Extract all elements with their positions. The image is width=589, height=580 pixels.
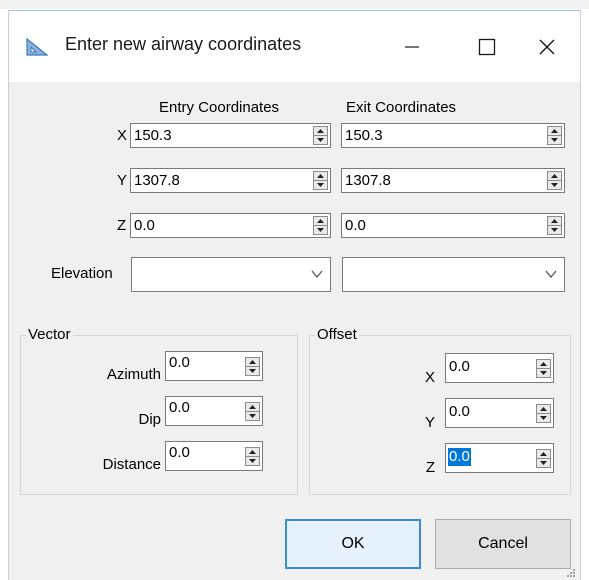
entry-y-value: 1307.8 (134, 172, 180, 189)
offset-z-value: 0.0 (448, 448, 471, 466)
x-label: X (117, 127, 128, 144)
z-label: Z (117, 217, 127, 234)
spin-up-icon[interactable] (314, 172, 327, 181)
spin-up-icon[interactable] (314, 217, 327, 226)
spin-up-icon[interactable] (548, 127, 561, 136)
window-title: Enter new airway coordinates (65, 34, 302, 54)
vector-legend: Vector (26, 326, 73, 344)
azimuth-label: Azimuth (106, 366, 161, 383)
entry-z-value: 0.0 (134, 217, 155, 234)
entry-y-stepper[interactable]: 1307.8 (130, 168, 331, 193)
exit-z-spinner[interactable] (547, 216, 562, 235)
spin-up-icon[interactable] (246, 403, 259, 412)
dip-spinner[interactable] (245, 402, 260, 421)
offset-x-value: 0.0 (449, 358, 470, 375)
spin-down-icon[interactable] (537, 414, 550, 422)
entry-x-value: 150.3 (134, 127, 172, 144)
entry-z-stepper[interactable]: 0.0 (130, 213, 331, 238)
spin-down-icon[interactable] (548, 136, 561, 144)
spin-down-icon[interactable] (246, 457, 259, 465)
elevation-label: Elevation (51, 265, 113, 282)
minimize-button[interactable] (382, 21, 442, 73)
spin-down-icon[interactable] (246, 412, 259, 420)
offset-y-label: Y (424, 414, 435, 431)
spin-down-icon[interactable] (548, 226, 561, 234)
exit-x-stepper[interactable]: 150.3 (341, 123, 565, 148)
close-icon (539, 39, 555, 55)
spin-up-icon[interactable] (246, 448, 259, 457)
dip-value: 0.0 (169, 399, 190, 416)
entry-coordinates-header: Entry Coordinates (159, 99, 280, 116)
ok-button[interactable]: OK (285, 519, 421, 569)
distance-label: Distance (102, 456, 161, 473)
chevron-down-icon (311, 270, 323, 279)
exit-elevation-dropdown[interactable] (342, 257, 565, 292)
offset-y-value: 0.0 (449, 403, 470, 420)
distance-spinner[interactable] (245, 447, 260, 466)
resize-grip-icon[interactable] (566, 568, 576, 578)
spin-down-icon[interactable] (314, 181, 327, 189)
azimuth-stepper[interactable]: 0.0 (165, 351, 263, 381)
cancel-button[interactable]: Cancel (435, 519, 571, 569)
dialog-window: Enter new airway coordinates Entry Coord… (8, 10, 581, 580)
spin-up-icon[interactable] (246, 358, 259, 367)
spin-down-icon[interactable] (314, 136, 327, 144)
exit-x-value: 150.3 (345, 127, 383, 144)
azimuth-spinner[interactable] (245, 357, 260, 376)
maximize-icon (478, 38, 496, 56)
maximize-button[interactable] (457, 21, 517, 73)
entry-y-spinner[interactable] (313, 171, 328, 190)
spin-up-icon[interactable] (537, 405, 550, 414)
exit-z-value: 0.0 (345, 217, 366, 234)
y-label: Y (117, 172, 128, 189)
set-square-icon (26, 38, 48, 56)
spin-down-icon[interactable] (548, 181, 561, 189)
offset-z-label: Z (425, 459, 435, 476)
entry-x-spinner[interactable] (313, 126, 328, 145)
offset-y-stepper[interactable]: 0.0 (445, 398, 554, 428)
exit-x-spinner[interactable] (547, 126, 562, 145)
exit-coordinates-header: Exit Coordinates (346, 99, 457, 116)
spin-up-icon[interactable] (537, 360, 550, 369)
azimuth-value: 0.0 (169, 354, 190, 371)
title-bar[interactable]: Enter new airway coordinates (9, 11, 580, 82)
exit-y-value: 1307.8 (345, 172, 391, 189)
spin-up-icon[interactable] (314, 127, 327, 136)
spin-up-icon[interactable] (548, 172, 561, 181)
distance-value: 0.0 (169, 444, 190, 461)
offset-x-spinner[interactable] (536, 359, 551, 378)
minimize-icon (405, 46, 419, 48)
offset-legend: Offset (315, 326, 359, 344)
entry-x-stepper[interactable]: 150.3 (130, 123, 331, 148)
dip-stepper[interactable]: 0.0 (165, 396, 263, 426)
offset-z-spinner[interactable] (536, 449, 551, 468)
entry-z-spinner[interactable] (313, 216, 328, 235)
exit-y-stepper[interactable]: 1307.8 (341, 168, 565, 193)
spin-down-icon[interactable] (246, 367, 259, 375)
spin-down-icon[interactable] (537, 459, 550, 467)
spin-up-icon[interactable] (537, 450, 550, 459)
offset-y-spinner[interactable] (536, 404, 551, 423)
exit-y-spinner[interactable] (547, 171, 562, 190)
dip-label: Dip (138, 411, 161, 428)
chevron-down-icon (545, 270, 557, 279)
offset-x-stepper[interactable]: 0.0 (445, 353, 554, 383)
close-button[interactable] (517, 21, 577, 73)
background-strip (0, 0, 589, 9)
offset-x-label: X (424, 369, 435, 386)
distance-stepper[interactable]: 0.0 (165, 441, 263, 471)
spin-down-icon[interactable] (537, 369, 550, 377)
spin-down-icon[interactable] (314, 226, 327, 234)
spin-up-icon[interactable] (548, 217, 561, 226)
entry-elevation-dropdown[interactable] (131, 257, 331, 292)
exit-z-stepper[interactable]: 0.0 (341, 213, 565, 238)
offset-z-stepper[interactable]: 0.0 (445, 443, 554, 473)
